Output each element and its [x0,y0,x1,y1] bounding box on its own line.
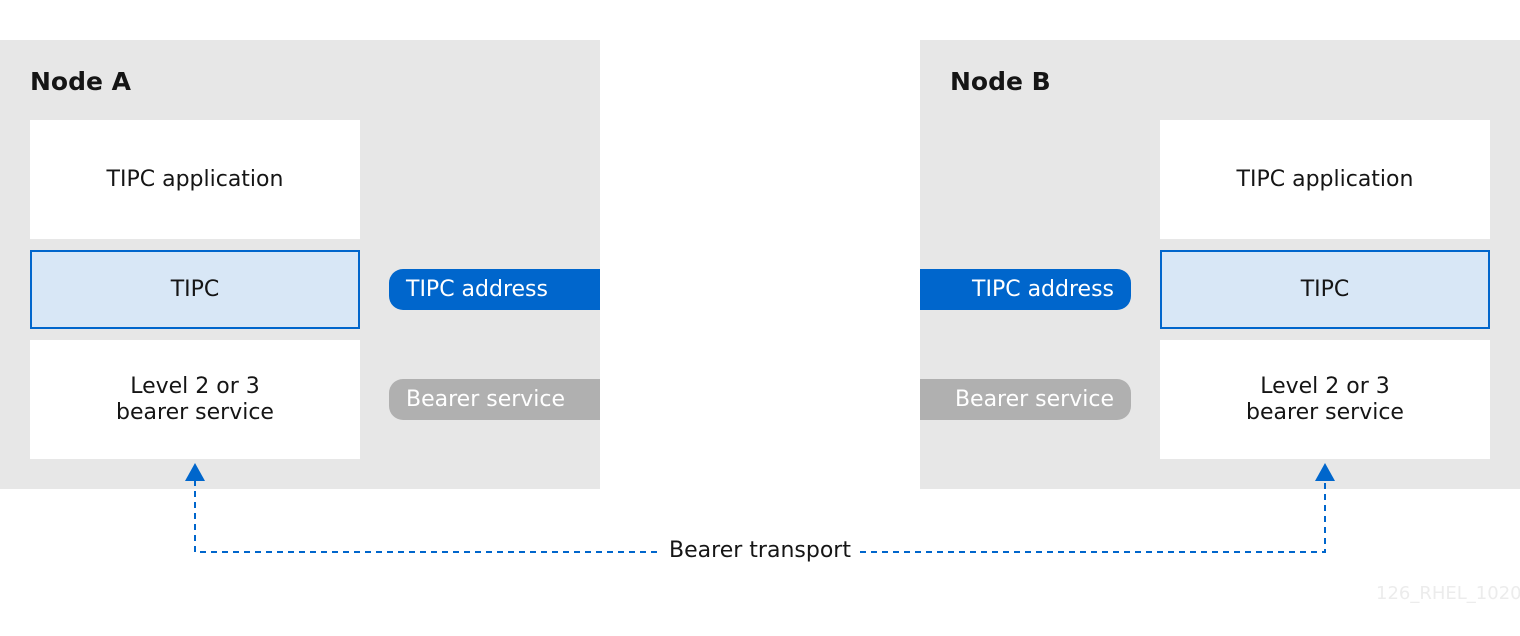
node-b-arrowhead-icon [1315,463,1335,481]
bearer-transport-label: Bearer transport [660,538,860,563]
figure-id-watermark: 126_RHEL_1020 [1376,583,1520,604]
node-a-arrowhead-icon [185,463,205,481]
